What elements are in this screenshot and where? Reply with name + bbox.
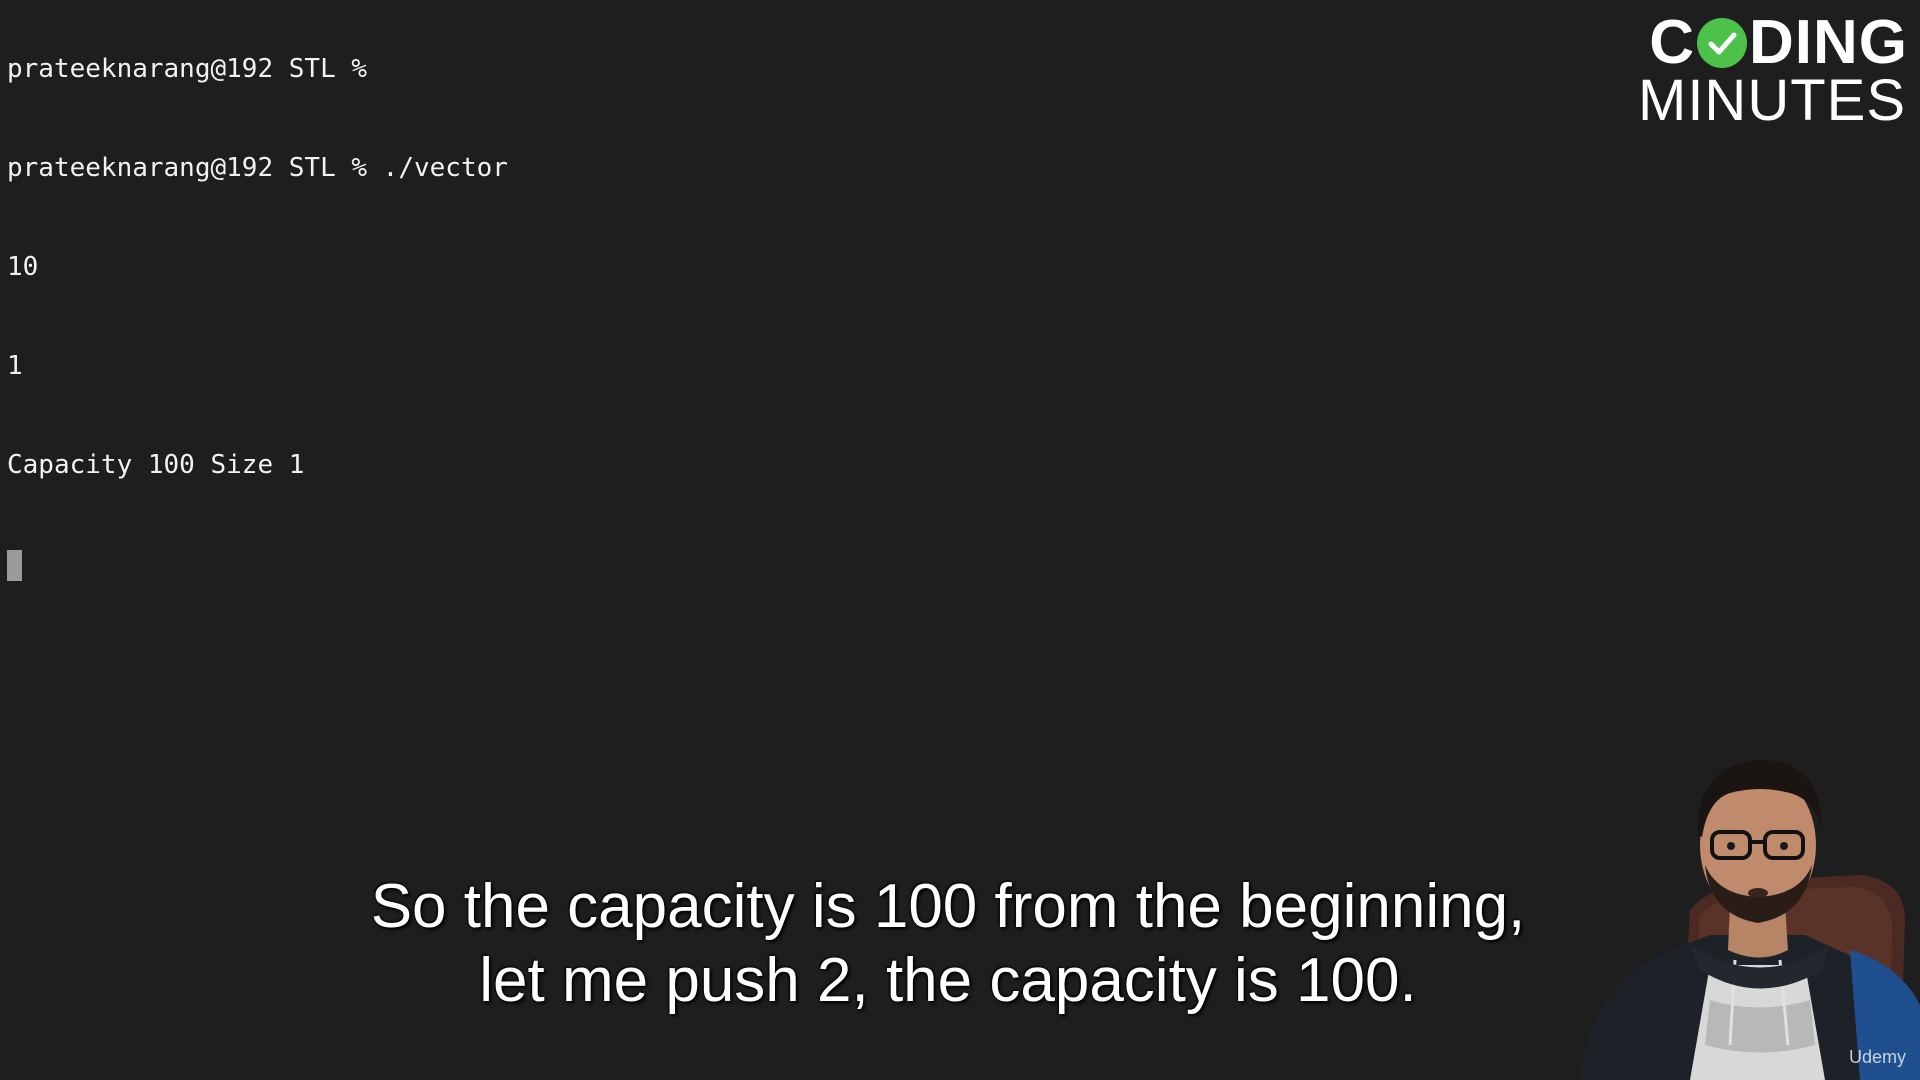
logo-bottom-text: MINUTES — [1638, 68, 1906, 133]
coding-minutes-logo: C DING MINUTES — [1638, 12, 1908, 130]
presenter-webcam: Udemy — [1560, 745, 1920, 1080]
logo-letters-ding: DING — [1749, 8, 1908, 77]
terminal-line: Capacity 100 Size 1 — [7, 450, 305, 480]
terminal-prompt-line[interactable] — [7, 548, 1507, 581]
terminal-cursor — [7, 550, 22, 581]
terminal-output[interactable]: prateeknarang@192 STL % prateeknarang@19… — [7, 0, 1507, 647]
terminal-line: prateeknarang@192 STL % — [7, 54, 368, 84]
terminal-line: 1 — [7, 351, 23, 381]
check-circle-icon — [1697, 18, 1747, 68]
presenter-image — [1580, 760, 1920, 1080]
video-frame: prateeknarang@192 STL % prateeknarang@19… — [0, 0, 1920, 1080]
udemy-watermark: Udemy — [1848, 1047, 1906, 1067]
terminal-line: prateeknarang@192 STL % ./vector — [7, 153, 508, 183]
logo-letter-c: C — [1649, 8, 1695, 77]
logo-top-text: C DING — [1649, 12, 1908, 74]
terminal-line: 10 — [7, 252, 39, 282]
